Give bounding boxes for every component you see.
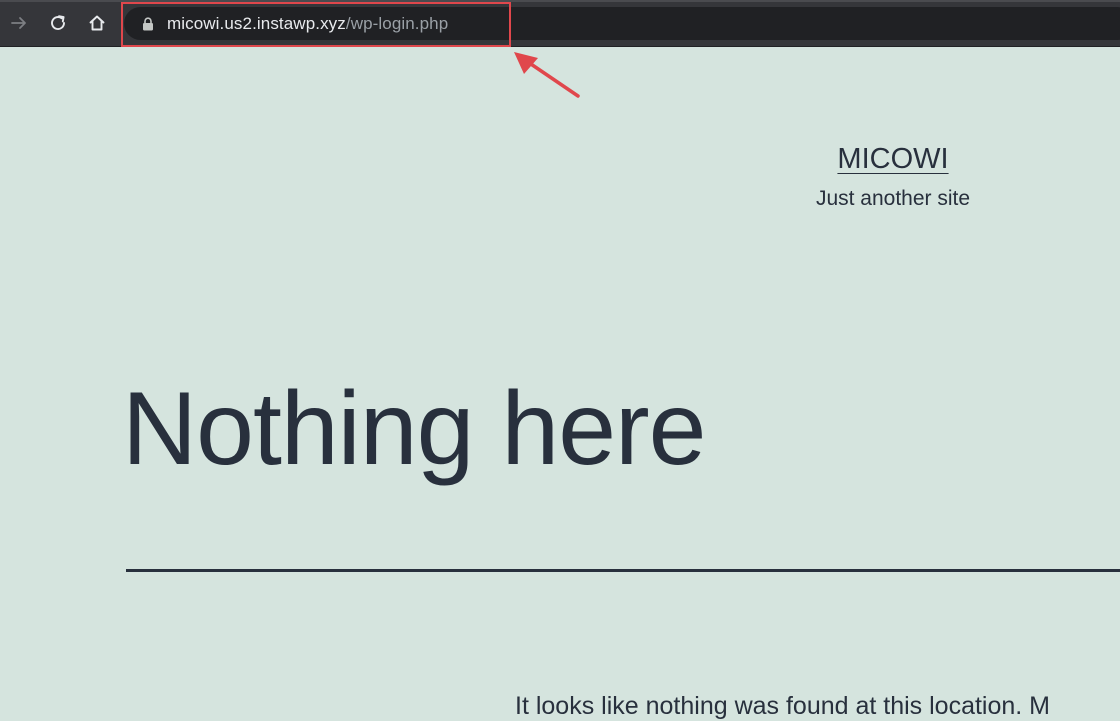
browser-toolbar: micowi.us2.instawp.xyz/wp-login.php [0,0,1120,47]
divider [126,569,1120,572]
url-text[interactable]: micowi.us2.instawp.xyz/wp-login.php [167,14,448,33]
address-bar[interactable]: micowi.us2.instawp.xyz/wp-login.php [124,7,1120,40]
home-icon [89,15,105,31]
site-title-link[interactable]: MICOWI [793,143,993,176]
reload-button[interactable] [43,8,73,38]
home-button[interactable] [82,8,112,38]
not-found-message: It looks like nothing was found at this … [515,692,1051,720]
lock-icon[interactable] [142,17,154,31]
forward-button[interactable] [4,8,34,38]
url-host: micowi.us2.instawp.xyz [167,14,346,33]
site-description: Just another site [815,187,971,210]
tab-strip-edge [0,0,1120,2]
page-title: Nothing here [122,371,707,487]
forward-icon [11,17,26,29]
annotation-arrow-icon [514,52,580,98]
reload-icon [51,15,65,30]
url-path: /wp-login.php [345,14,449,33]
